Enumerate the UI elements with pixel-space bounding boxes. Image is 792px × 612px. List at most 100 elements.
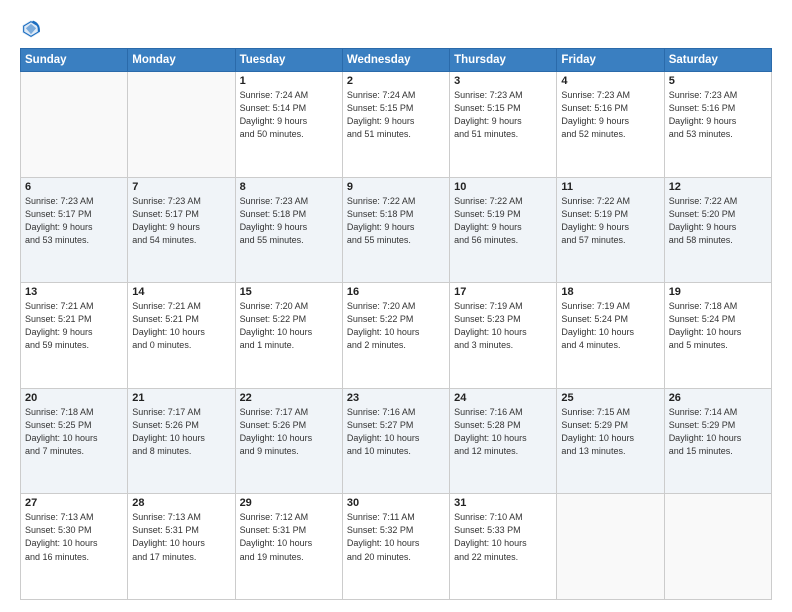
logo: [20, 18, 46, 40]
calendar-week-3: 13 Sunrise: 7:21 AM Sunset: 5:21 PM Dayli…: [21, 283, 772, 389]
calendar-cell: 10 Sunrise: 7:22 AM Sunset: 5:19 PM Dayli…: [450, 177, 557, 283]
calendar-cell: 22 Sunrise: 7:17 AM Sunset: 5:26 PM Dayli…: [235, 388, 342, 494]
weekday-header-wednesday: Wednesday: [342, 49, 449, 72]
day-number: 12: [669, 181, 767, 193]
day-number: 19: [669, 286, 767, 298]
calendar-cell: 16 Sunrise: 7:20 AM Sunset: 5:22 PM Dayli…: [342, 283, 449, 389]
day-number: 24: [454, 392, 552, 404]
day-number: 29: [240, 497, 338, 509]
calendar-cell: 19 Sunrise: 7:18 AM Sunset: 5:24 PM Dayli…: [664, 283, 771, 389]
page: SundayMondayTuesdayWednesdayThursdayFrid…: [0, 0, 792, 612]
day-detail: Sunrise: 7:16 AM Sunset: 5:27 PM Dayligh…: [347, 406, 445, 458]
day-detail: Sunrise: 7:23 AM Sunset: 5:17 PM Dayligh…: [132, 195, 230, 247]
day-number: 25: [561, 392, 659, 404]
day-number: 18: [561, 286, 659, 298]
day-detail: Sunrise: 7:22 AM Sunset: 5:20 PM Dayligh…: [669, 195, 767, 247]
calendar-cell: 5 Sunrise: 7:23 AM Sunset: 5:16 PM Daylig…: [664, 72, 771, 178]
calendar-cell: 7 Sunrise: 7:23 AM Sunset: 5:17 PM Daylig…: [128, 177, 235, 283]
day-number: 14: [132, 286, 230, 298]
weekday-header-friday: Friday: [557, 49, 664, 72]
day-detail: Sunrise: 7:22 AM Sunset: 5:19 PM Dayligh…: [454, 195, 552, 247]
calendar-cell: 6Sunrise: 7:23 AM Sunset: 5:17 PM Daylig…: [21, 177, 128, 283]
day-detail: Sunrise: 7:16 AM Sunset: 5:28 PM Dayligh…: [454, 406, 552, 458]
calendar-cell: 28Sunrise: 7:13 AM Sunset: 5:31 PM Dayli…: [128, 494, 235, 600]
day-detail: Sunrise: 7:23 AM Sunset: 5:16 PM Dayligh…: [561, 89, 659, 141]
day-detail: Sunrise: 7:23 AM Sunset: 5:15 PM Dayligh…: [454, 89, 552, 141]
calendar-cell: [557, 494, 664, 600]
calendar-table: SundayMondayTuesdayWednesdayThursdayFrid…: [20, 48, 772, 600]
calendar-cell: 31 Sunrise: 7:10 AM Sunset: 5:33 PM Dayli…: [450, 494, 557, 600]
calendar-cell: 30 Sunrise: 7:11 AM Sunset: 5:32 PM Dayli…: [342, 494, 449, 600]
day-number: 20: [25, 392, 123, 404]
day-detail: Sunrise: 7:21 AM Sunset: 5:21 PM Dayligh…: [132, 300, 230, 352]
day-number: 27: [25, 497, 123, 509]
calendar-cell: 21 Sunrise: 7:17 AM Sunset: 5:26 PM Dayli…: [128, 388, 235, 494]
day-number: 21: [132, 392, 230, 404]
calendar-week-5: 27 Sunrise: 7:13 AM Sunset: 5:30 PM Dayli…: [21, 494, 772, 600]
day-number: 1: [240, 75, 338, 87]
calendar-cell: [664, 494, 771, 600]
day-number: 7: [132, 181, 230, 193]
day-detail: Sunrise: 7:11 AM Sunset: 5:32 PM Dayligh…: [347, 511, 445, 563]
day-detail: Sunrise: 7:13 AM Sunset: 5:31 PM Dayligh…: [132, 511, 230, 563]
calendar-cell: 17Sunrise: 7:19 AM Sunset: 5:23 PM Dayli…: [450, 283, 557, 389]
day-number: 31: [454, 497, 552, 509]
calendar-header: SundayMondayTuesdayWednesdayThursdayFrid…: [21, 49, 772, 72]
day-detail: Sunrise: 7:23 AM Sunset: 5:16 PM Dayligh…: [669, 89, 767, 141]
calendar-cell: 26 Sunrise: 7:14 AM Sunset: 5:29 PM Dayli…: [664, 388, 771, 494]
day-detail: Sunrise: 7:24 AM Sunset: 5:14 PM Dayligh…: [240, 89, 338, 141]
day-number: 26: [669, 392, 767, 404]
weekday-header-thursday: Thursday: [450, 49, 557, 72]
day-detail: Sunrise: 7:21 AM Sunset: 5:21 PM Dayligh…: [25, 300, 123, 352]
calendar-cell: 24 Sunrise: 7:16 AM Sunset: 5:28 PM Dayli…: [450, 388, 557, 494]
day-number: 22: [240, 392, 338, 404]
day-number: 10: [454, 181, 552, 193]
calendar-week-1: 1 Sunrise: 7:24 AM Sunset: 5:14 PM Daylig…: [21, 72, 772, 178]
calendar-cell: 18 Sunrise: 7:19 AM Sunset: 5:24 PM Dayli…: [557, 283, 664, 389]
weekday-header-tuesday: Tuesday: [235, 49, 342, 72]
day-detail: Sunrise: 7:10 AM Sunset: 5:33 PM Dayligh…: [454, 511, 552, 563]
calendar-cell: 11 Sunrise: 7:22 AM Sunset: 5:19 PM Dayli…: [557, 177, 664, 283]
calendar-cell: 12 Sunrise: 7:22 AM Sunset: 5:20 PM Dayli…: [664, 177, 771, 283]
day-number: 9: [347, 181, 445, 193]
day-number: 5: [669, 75, 767, 87]
day-detail: Sunrise: 7:13 AM Sunset: 5:30 PM Dayligh…: [25, 511, 123, 563]
calendar-cell: [128, 72, 235, 178]
day-detail: Sunrise: 7:15 AM Sunset: 5:29 PM Dayligh…: [561, 406, 659, 458]
calendar-week-2: 6 Sunrise: 7:23 AM Sunset: 5:17 PM Daylig…: [21, 177, 772, 283]
calendar-cell: 9 Sunrise: 7:22 AM Sunset: 5:18 PM Daylig…: [342, 177, 449, 283]
calendar-cell: 29Sunrise: 7:12 AM Sunset: 5:31 PM Dayli…: [235, 494, 342, 600]
day-number: 30: [347, 497, 445, 509]
logo-icon: [20, 18, 42, 40]
day-number: 2: [347, 75, 445, 87]
day-number: 11: [561, 181, 659, 193]
day-number: 3: [454, 75, 552, 87]
day-number: 13: [25, 286, 123, 298]
calendar-cell: 25 Sunrise: 7:15 AM Sunset: 5:29 PM Dayli…: [557, 388, 664, 494]
calendar-cell: [21, 72, 128, 178]
day-number: 16: [347, 286, 445, 298]
calendar-cell: 23Sunrise: 7:16 AM Sunset: 5:27 PM Dayli…: [342, 388, 449, 494]
day-detail: Sunrise: 7:19 AM Sunset: 5:24 PM Dayligh…: [561, 300, 659, 352]
weekday-header-sunday: Sunday: [21, 49, 128, 72]
calendar-week-4: 20 Sunrise: 7:18 AM Sunset: 5:25 PM Dayli…: [21, 388, 772, 494]
day-detail: Sunrise: 7:22 AM Sunset: 5:19 PM Dayligh…: [561, 195, 659, 247]
day-number: 6: [25, 181, 123, 193]
calendar-cell: 13 Sunrise: 7:21 AM Sunset: 5:21 PM Dayli…: [21, 283, 128, 389]
day-detail: Sunrise: 7:17 AM Sunset: 5:26 PM Dayligh…: [240, 406, 338, 458]
weekday-header-monday: Monday: [128, 49, 235, 72]
day-detail: Sunrise: 7:20 AM Sunset: 5:22 PM Dayligh…: [347, 300, 445, 352]
day-detail: Sunrise: 7:14 AM Sunset: 5:29 PM Dayligh…: [669, 406, 767, 458]
calendar-cell: 15Sunrise: 7:20 AM Sunset: 5:22 PM Dayli…: [235, 283, 342, 389]
calendar-cell: 20 Sunrise: 7:18 AM Sunset: 5:25 PM Dayli…: [21, 388, 128, 494]
day-detail: Sunrise: 7:17 AM Sunset: 5:26 PM Dayligh…: [132, 406, 230, 458]
calendar-cell: 27 Sunrise: 7:13 AM Sunset: 5:30 PM Dayli…: [21, 494, 128, 600]
calendar-body: 1 Sunrise: 7:24 AM Sunset: 5:14 PM Daylig…: [21, 72, 772, 600]
weekday-header-saturday: Saturday: [664, 49, 771, 72]
day-detail: Sunrise: 7:18 AM Sunset: 5:25 PM Dayligh…: [25, 406, 123, 458]
calendar-cell: 14 Sunrise: 7:21 AM Sunset: 5:21 PM Dayli…: [128, 283, 235, 389]
day-detail: Sunrise: 7:18 AM Sunset: 5:24 PM Dayligh…: [669, 300, 767, 352]
calendar-cell: 8Sunrise: 7:23 AM Sunset: 5:18 PM Daylig…: [235, 177, 342, 283]
day-detail: Sunrise: 7:22 AM Sunset: 5:18 PM Dayligh…: [347, 195, 445, 247]
day-detail: Sunrise: 7:24 AM Sunset: 5:15 PM Dayligh…: [347, 89, 445, 141]
